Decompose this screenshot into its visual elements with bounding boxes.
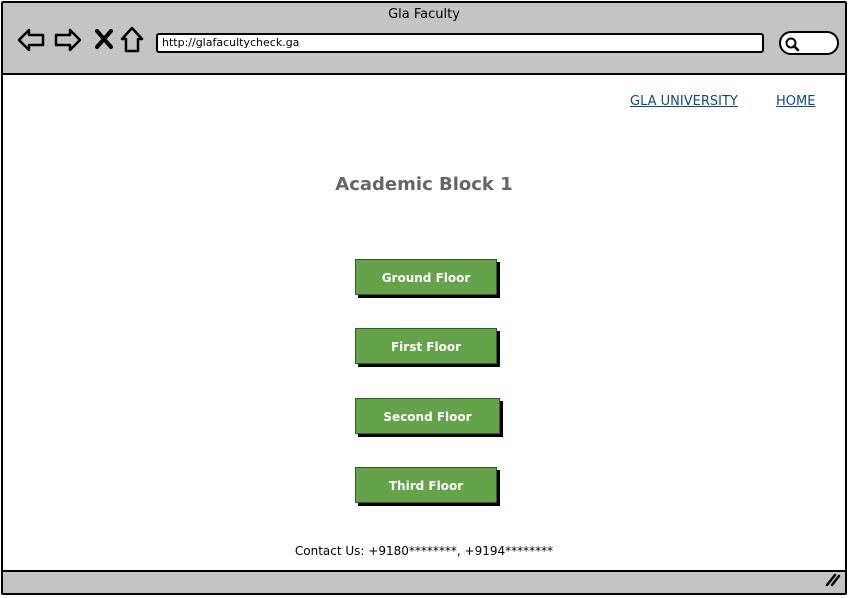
home-link[interactable]: HOME (776, 94, 815, 109)
ground-floor-button[interactable]: Ground Floor (355, 259, 497, 295)
home-icon[interactable] (119, 25, 149, 55)
status-bar (3, 570, 845, 593)
search-box[interactable] (779, 31, 839, 55)
address-bar[interactable]: http://glafacultycheck.ga (156, 33, 764, 53)
first-floor-button[interactable]: First Floor (355, 328, 497, 364)
window-title: Gla Faculty (388, 7, 460, 22)
contact-info: Contact Us: +9180********, +9194******** (294, 544, 554, 558)
resize-grip-icon[interactable] (823, 571, 841, 591)
second-floor-button[interactable]: Second Floor (355, 398, 500, 434)
gla-university-link[interactable]: GLA UNIVERSITY (630, 94, 738, 109)
close-x-icon[interactable] (91, 25, 121, 55)
page-title: Academic Block 1 (335, 174, 513, 195)
third-floor-button[interactable]: Third Floor (355, 467, 497, 503)
search-icon (785, 37, 800, 52)
browser-window: Gla Faculty http://glafacultycheck.ga GL… (1, 1, 847, 595)
back-arrow-icon[interactable] (16, 25, 46, 55)
forward-arrow-icon[interactable] (53, 25, 83, 55)
browser-toolbar: Gla Faculty http://glafacultycheck.ga (3, 3, 845, 75)
